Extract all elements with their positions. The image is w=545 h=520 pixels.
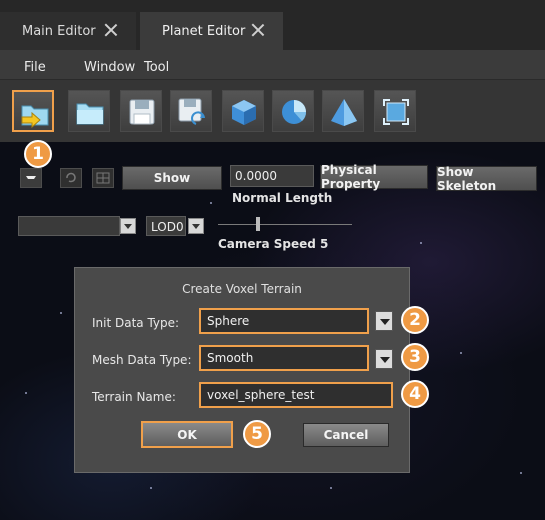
create-voxel-terrain-dialog: Create Voxel Terrain Init Data Type: Sph… — [74, 267, 410, 473]
tab-label: Main Editor — [22, 23, 96, 39]
tab-label: Planet Editor — [162, 23, 246, 39]
pyramid-icon — [331, 99, 357, 126]
folder-icon — [76, 103, 104, 125]
chevron-down-icon[interactable] — [120, 218, 136, 234]
camera-speed-slider[interactable] — [256, 217, 261, 231]
close-icon[interactable] — [104, 23, 118, 37]
transform-icon — [383, 99, 409, 125]
callout-badge-2: 2 — [401, 306, 429, 334]
callout-badge-1: 1 — [24, 140, 52, 168]
grid-button[interactable] — [92, 168, 114, 188]
cube-button[interactable] — [222, 90, 264, 132]
tab-planet-editor[interactable]: Planet Editor — [140, 12, 283, 50]
show-button[interactable]: Show — [122, 166, 222, 190]
show-skeleton-button[interactable]: Show Skeleton — [436, 165, 537, 193]
transform-button[interactable] — [374, 90, 416, 132]
init-data-type-select[interactable]: Sphere — [199, 308, 369, 334]
tab-bar: Main Editor Planet Editor — [0, 0, 545, 50]
ok-button[interactable]: OK — [141, 421, 233, 448]
dialog-title: Create Voxel Terrain — [182, 282, 302, 296]
physical-property-button[interactable]: Physical Property — [320, 163, 428, 191]
chevron-down-icon[interactable] — [375, 349, 393, 369]
menu-bar: File Window Tool — [0, 50, 545, 80]
terrain-name-label: Terrain Name: — [92, 390, 176, 404]
close-icon[interactable] — [251, 23, 265, 37]
chevron-down-icon[interactable] — [188, 218, 204, 234]
open-folder-arrow-icon — [21, 105, 49, 129]
selection-dropdown[interactable] — [18, 216, 120, 236]
menu-tool[interactable]: Tool — [144, 60, 169, 75]
normal-length-label: Normal Length — [232, 191, 333, 205]
sphere-button[interactable] — [272, 90, 314, 132]
save-as-button[interactable] — [170, 90, 212, 132]
cancel-button[interactable]: Cancel — [303, 423, 389, 447]
refresh-button[interactable] — [60, 168, 82, 188]
normal-length-input[interactable]: 0.0000 — [230, 165, 314, 187]
tab-main-editor[interactable]: Main Editor — [0, 12, 136, 50]
mesh-data-type-label: Mesh Data Type: — [92, 353, 192, 367]
init-data-type-label: Init Data Type: — [92, 316, 180, 330]
toolbar — [0, 80, 545, 142]
mesh-data-type-select[interactable]: Smooth — [199, 345, 369, 371]
toggle-mode-button[interactable] — [20, 168, 42, 188]
chevron-down-icon[interactable] — [375, 311, 393, 331]
refresh-icon — [66, 172, 76, 183]
camera-speed-label: Camera Speed 5 — [218, 237, 329, 251]
lod-dropdown[interactable]: LOD0 — [146, 216, 186, 236]
sphere-icon — [282, 100, 307, 124]
callout-badge-5: 5 — [243, 420, 271, 448]
save-as-icon — [178, 98, 205, 125]
save-button[interactable] — [120, 90, 162, 132]
cube-icon — [232, 100, 256, 125]
terrain-name-input[interactable]: voxel_sphere_test — [199, 382, 393, 408]
open-folder-button[interactable] — [68, 90, 110, 132]
callout-badge-3: 3 — [401, 343, 429, 371]
menu-file[interactable]: File — [24, 60, 46, 75]
menu-window[interactable]: Window — [84, 60, 135, 75]
grid-icon — [96, 172, 110, 184]
callout-badge-4: 4 — [401, 380, 429, 408]
pyramid-button[interactable] — [322, 90, 364, 132]
open-terrain-button[interactable] — [12, 90, 54, 132]
lamp-icon — [26, 176, 36, 179]
camera-speed-track[interactable] — [218, 224, 352, 225]
save-icon — [129, 99, 155, 125]
